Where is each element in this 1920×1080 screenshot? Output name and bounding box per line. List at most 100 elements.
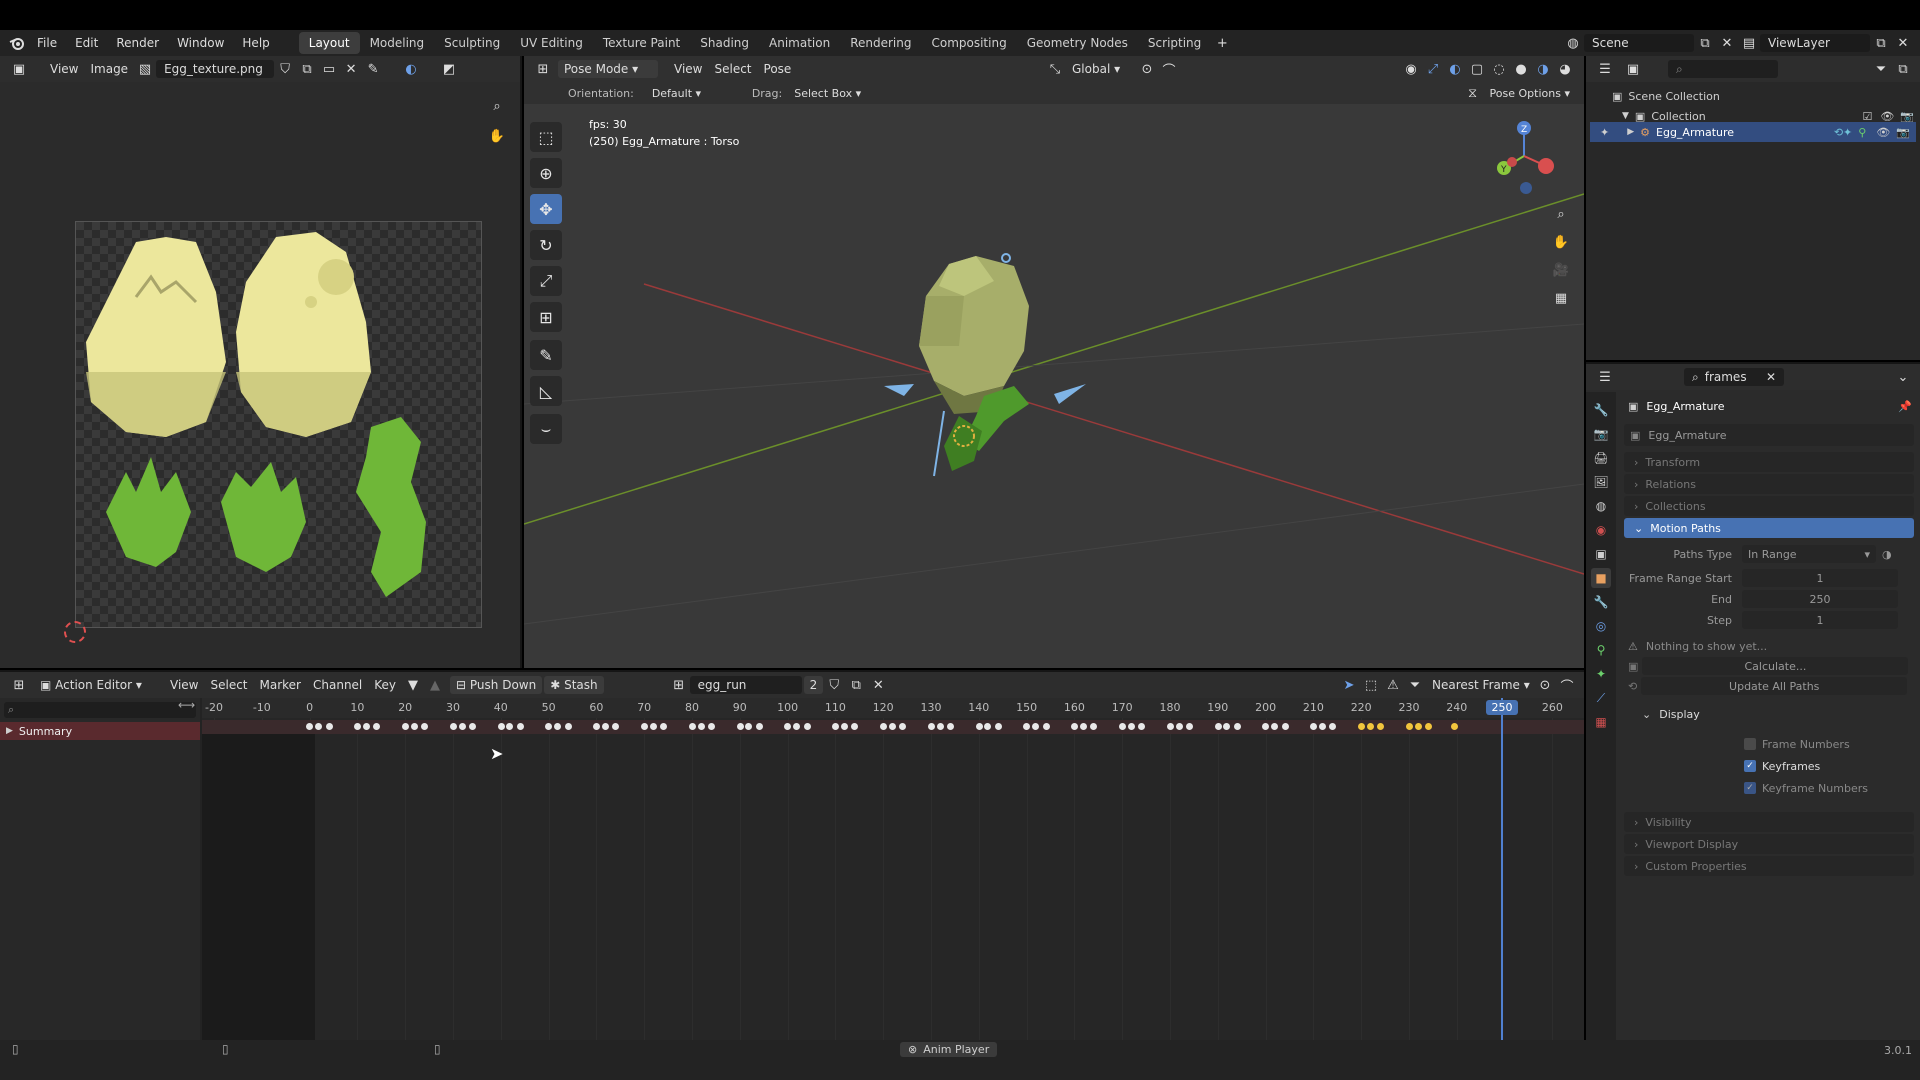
cursor-tool-icon[interactable]: ⊕	[530, 158, 562, 188]
rotate-tool-icon[interactable]: ↻	[530, 230, 562, 260]
scene-tab-icon[interactable]: ◍	[1591, 496, 1611, 516]
keyframe[interactable]	[851, 723, 859, 730]
panel-collections[interactable]: › Collections	[1624, 496, 1914, 516]
keyframe[interactable]	[1425, 723, 1432, 730]
keyframe[interactable]	[1127, 723, 1135, 730]
keyframe[interactable]	[402, 723, 409, 730]
current-frame-indicator[interactable]: 250	[1486, 700, 1518, 715]
keyframe[interactable]	[1329, 723, 1337, 730]
keyframe[interactable]	[506, 723, 514, 730]
action-fake-user-icon[interactable]: ⛉	[823, 675, 845, 695]
proportional-edit-icon[interactable]: ⊙	[1534, 675, 1556, 695]
collection-camera-icon[interactable]: 📷	[1900, 110, 1914, 123]
panel-relations[interactable]: › Relations	[1624, 474, 1914, 494]
keyframe[interactable]	[1310, 723, 1318, 730]
keyframe[interactable]	[1450, 723, 1458, 730]
paths-type-info-icon[interactable]: ◑	[1882, 548, 1892, 561]
tab-animation[interactable]: Animation	[759, 32, 840, 54]
keyframe[interactable]	[1271, 723, 1279, 730]
display-subpanel-header[interactable]: ⌄ Display	[1618, 704, 1920, 724]
add-workspace-icon[interactable]: +	[1211, 33, 1233, 53]
armature-expand-icon[interactable]: ▶	[1627, 127, 1634, 137]
keyframe[interactable]	[1223, 723, 1231, 730]
view-layer-icon[interactable]: ▤	[1738, 33, 1760, 53]
viewport-editor-type-icon[interactable]: ⊞	[532, 59, 554, 79]
editor-mode-selector[interactable]: ▣ Action Editor ▾	[34, 676, 156, 694]
xray-icon[interactable]: ▢	[1466, 59, 1488, 79]
menu-edit[interactable]: Edit	[66, 30, 107, 56]
collection-eye-icon[interactable]: 👁	[1880, 110, 1894, 123]
keyframe[interactable]	[410, 723, 418, 730]
keyframe[interactable]	[593, 723, 601, 730]
channel-resize-icon[interactable]: ⟷	[178, 698, 195, 712]
transform-tool-icon[interactable]: ⊞	[530, 302, 562, 332]
keyframe[interactable]	[1262, 723, 1270, 730]
collection-checkbox-icon[interactable]: ☑	[1862, 110, 1872, 123]
scene-selector[interactable]: Scene	[1584, 34, 1694, 52]
armature-camera-icon[interactable]: 📷	[1896, 126, 1910, 139]
delete-view-layer-icon[interactable]: ✕	[1892, 33, 1914, 53]
viewport-zoom-icon[interactable]: ⌕	[1550, 204, 1572, 224]
relax-tool-icon[interactable]: ⌣	[530, 414, 562, 444]
viewport-menu-select[interactable]: Select	[708, 60, 757, 78]
view-layer-tab-icon[interactable]: 🖼	[1591, 472, 1611, 492]
new-collection-icon[interactable]: ⧉	[1892, 59, 1914, 79]
frame-ruler[interactable]: -20 -10 0 10 20 30 40 50 60 70 80 90 100 110 120 130 140…	[202, 698, 1584, 718]
3d-viewport[interactable]: ⊞ Pose Mode ▾ View Select Pose ⤡ Global …	[524, 56, 1584, 668]
pose-options-button[interactable]: Pose Options ▾	[1484, 85, 1576, 102]
image-browse-icon[interactable]: ▧	[134, 59, 156, 79]
tab-rendering[interactable]: Rendering	[840, 32, 921, 54]
armature-eye-icon[interactable]: 👁	[1876, 126, 1890, 139]
shading-material-icon[interactable]: ◑	[1532, 59, 1554, 79]
action-name-field[interactable]: egg_run	[689, 676, 802, 694]
summary-expand-icon[interactable]: ▶	[6, 726, 13, 736]
tab-sculpting[interactable]: Sculpting	[434, 32, 510, 54]
keyframe[interactable]	[306, 723, 314, 730]
tab-texture-paint[interactable]: Texture Paint	[593, 32, 690, 54]
measure-tool-icon[interactable]: ◺	[530, 376, 562, 406]
step-field[interactable]: 1	[1742, 611, 1898, 629]
keyframe[interactable]	[449, 723, 457, 730]
physics-tab-icon[interactable]: ◎	[1591, 616, 1611, 636]
panel-custom-properties[interactable]: › Custom Properties	[1624, 856, 1914, 876]
perspective-toggle-icon[interactable]: ▦	[1550, 288, 1572, 308]
menu-file[interactable]: File	[28, 30, 66, 56]
keyframe[interactable]	[1119, 723, 1126, 730]
transform-orientation-selector[interactable]: Global ▾	[1066, 60, 1136, 78]
keyframe[interactable]	[1366, 723, 1374, 730]
tab-layout[interactable]: Layout	[298, 32, 360, 54]
tab-modeling[interactable]: Modeling	[360, 32, 435, 54]
drag-selector[interactable]: Select Box ▾	[788, 85, 867, 102]
keyframe[interactable]	[354, 723, 362, 730]
frame-numbers-checkbox[interactable]: Frame Numbers	[1618, 734, 1920, 754]
texture-tab-icon[interactable]: ▦	[1591, 712, 1611, 732]
new-image-icon[interactable]: ⧉	[296, 59, 318, 79]
snapping-selector[interactable]: Nearest Frame ▾	[1426, 676, 1534, 694]
keyframe[interactable]	[1405, 723, 1413, 730]
keyframes-checkbox[interactable]: ✓ Keyframes	[1618, 756, 1920, 776]
keyframe[interactable]	[1319, 723, 1326, 730]
keyframe[interactable]	[1042, 723, 1050, 730]
keyframe[interactable]	[1281, 723, 1289, 730]
fake-user-icon[interactable]: ⛉	[274, 59, 296, 79]
keyframe[interactable]	[516, 723, 524, 730]
keyframe[interactable]	[325, 723, 333, 730]
panel-viewport-display[interactable]: › Viewport Display	[1624, 834, 1914, 854]
keyframe[interactable]	[736, 723, 744, 730]
keyframe[interactable]	[1233, 723, 1241, 730]
keyframe[interactable]	[363, 723, 370, 730]
action-menu-marker[interactable]: Marker	[254, 676, 307, 694]
shading-rendered-icon[interactable]: ◕	[1554, 59, 1576, 79]
new-action-icon[interactable]: ⧉	[845, 675, 867, 695]
select-box-tool-icon[interactable]: ⬚	[530, 122, 562, 152]
pan-hand-icon[interactable]: ✋	[486, 126, 508, 146]
summary-channel[interactable]: ▶ Summary	[0, 722, 200, 740]
keyframe[interactable]	[458, 723, 466, 730]
output-tab-icon[interactable]: 🖨	[1591, 448, 1611, 468]
keyframe[interactable]	[899, 723, 907, 730]
world-tab-icon[interactable]: ◉	[1591, 520, 1611, 540]
keyframe[interactable]	[1414, 723, 1422, 730]
orientation-selector[interactable]: Default ▾	[646, 85, 746, 102]
keyframe[interactable]	[1377, 723, 1385, 730]
frame-range-start-field[interactable]: 1	[1742, 569, 1898, 587]
